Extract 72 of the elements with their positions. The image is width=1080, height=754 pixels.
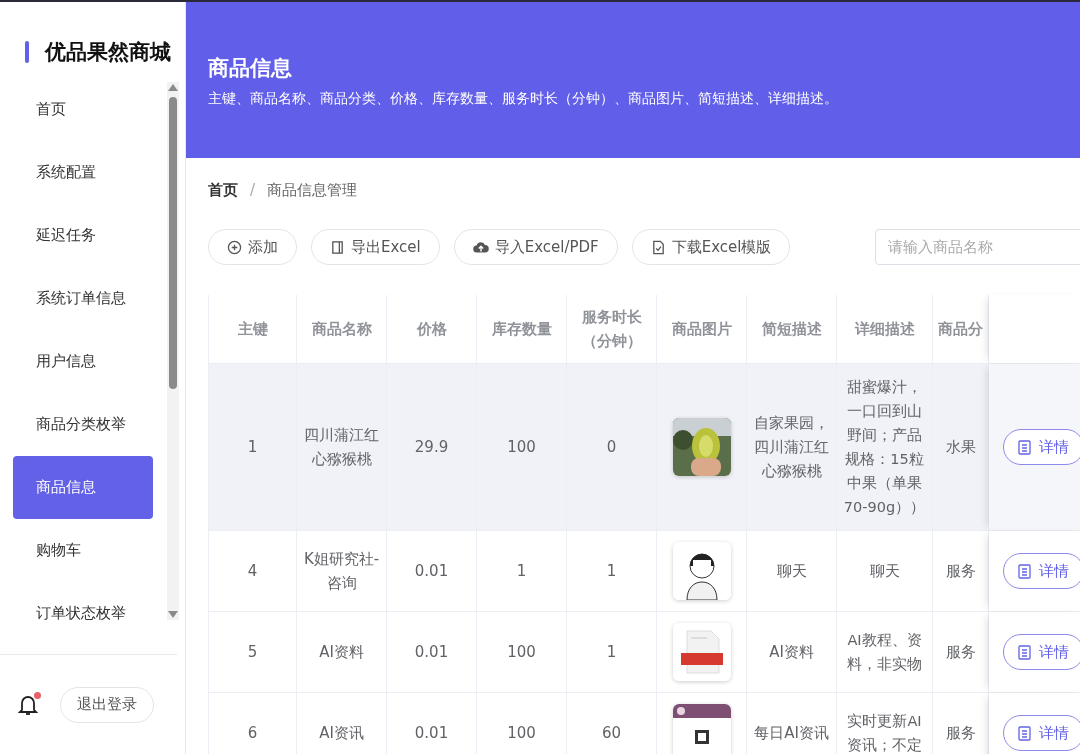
toolbar-button[interactable]: 导出Excel xyxy=(311,229,440,265)
toolbar-button[interactable]: 导入Excel/PDF xyxy=(453,229,618,265)
detail-button[interactable]: 详情 xyxy=(1003,553,1080,589)
table-cell: AI资料 xyxy=(747,612,837,692)
table-cell: 5 xyxy=(209,612,297,692)
table-cell: 0.01 xyxy=(387,693,477,754)
table-cell: 实时更新AI资讯；不定 xyxy=(837,693,933,754)
document-icon xyxy=(1018,644,1031,660)
breadcrumb-item[interactable]: 首页 xyxy=(208,180,238,200)
table-cell: 每日AI资讯 xyxy=(747,693,837,754)
document-icon xyxy=(1018,563,1031,579)
search-field[interactable]: 请输入商品名称 xyxy=(875,229,1080,265)
table-cell: AI教程、资料，非实物 xyxy=(837,612,933,692)
column-header: 价格 xyxy=(387,295,477,363)
table-cell: 4 xyxy=(209,531,297,611)
table-cell: 100 xyxy=(477,693,567,754)
table-cell: 甜蜜爆汁，一口回到山野间；产品规格：15粒中果（单果70-90g）） xyxy=(837,364,933,530)
column-header: 简短描述 xyxy=(747,295,837,363)
table-cell: 29.9 xyxy=(387,364,477,530)
table-cell: 1 xyxy=(567,531,657,611)
table-cell: 60 xyxy=(567,693,657,754)
table-cell: 1 xyxy=(209,364,297,530)
page-subtitle: 主键、商品名称、商品分类、价格、库存数量、服务时长（分钟）、商品图片、简短描述、详细描述。 xyxy=(208,90,839,108)
menu-item[interactable]: 购物车 xyxy=(13,519,153,582)
table-cell: AI资讯 xyxy=(297,693,387,754)
menu-item[interactable]: 延迟任务 xyxy=(13,204,153,267)
toolbar-button[interactable]: 添加 xyxy=(208,229,297,265)
page-title: 商品信息 xyxy=(208,55,293,82)
menu-item[interactable]: 商品分类枚举 xyxy=(13,393,153,456)
menu-item[interactable]: 首页 xyxy=(13,78,153,141)
breadcrumb-item: 商品信息管理 xyxy=(267,180,358,200)
column-header: 服务时长（分钟） xyxy=(580,307,643,352)
panel-icon xyxy=(330,239,345,255)
table-cell: 四川蒲江红心猕猴桃 xyxy=(297,364,387,530)
menu-item[interactable]: 系统配置 xyxy=(13,141,153,204)
table-cell: 0.01 xyxy=(387,531,477,611)
table-cell: 1 xyxy=(567,612,657,692)
document-icon xyxy=(1018,439,1031,455)
column-header: 库存数量 xyxy=(477,295,567,363)
bell-icon[interactable] xyxy=(18,693,38,716)
table-cell: K姐研究社-咨询 xyxy=(297,531,387,611)
breadcrumb-separator: / xyxy=(250,181,256,199)
table-cell: 100 xyxy=(477,612,567,692)
document-icon xyxy=(1018,725,1031,741)
table-cell: 100 xyxy=(477,364,567,530)
table-cell: 聊天 xyxy=(747,531,837,611)
table-cell: 6 xyxy=(209,693,297,754)
table-cell: AI资料 xyxy=(297,612,387,692)
app-title: 优品果然商城 xyxy=(45,39,171,66)
menu-item[interactable]: 用户信息 xyxy=(13,330,153,393)
detail-button[interactable]: 详情 xyxy=(1003,429,1080,465)
cloud-upload-icon xyxy=(472,239,489,255)
plus-circle-icon xyxy=(227,239,242,255)
table-cell: 1 xyxy=(477,531,567,611)
column-header: 详细描述 xyxy=(837,295,933,363)
column-header: 商品名称 xyxy=(297,295,387,363)
scrollbar[interactable] xyxy=(167,82,179,620)
detail-button[interactable]: 详情 xyxy=(1003,715,1080,751)
menu-item[interactable]: 商品信息 xyxy=(13,456,153,519)
logout-button[interactable]: 退出登录 xyxy=(60,686,154,723)
column-header: 商品图片 xyxy=(657,295,747,363)
table-cell: 自家果园，四川蒲江红心猕猴桃 xyxy=(747,364,837,530)
table-cell: 0.01 xyxy=(387,612,477,692)
logo-bar xyxy=(25,41,29,63)
detail-button[interactable]: 详情 xyxy=(1003,634,1080,670)
toolbar-button[interactable]: 下载Excel模版 xyxy=(631,229,791,265)
table-cell: 0 xyxy=(567,364,657,530)
menu-item[interactable]: 系统订单信息 xyxy=(13,267,153,330)
table-cell: 聊天 xyxy=(837,531,933,611)
column-header: 主键 xyxy=(209,295,297,363)
menu-item[interactable]: 订单状态枚举 xyxy=(13,582,153,645)
file-check-icon xyxy=(650,239,666,255)
